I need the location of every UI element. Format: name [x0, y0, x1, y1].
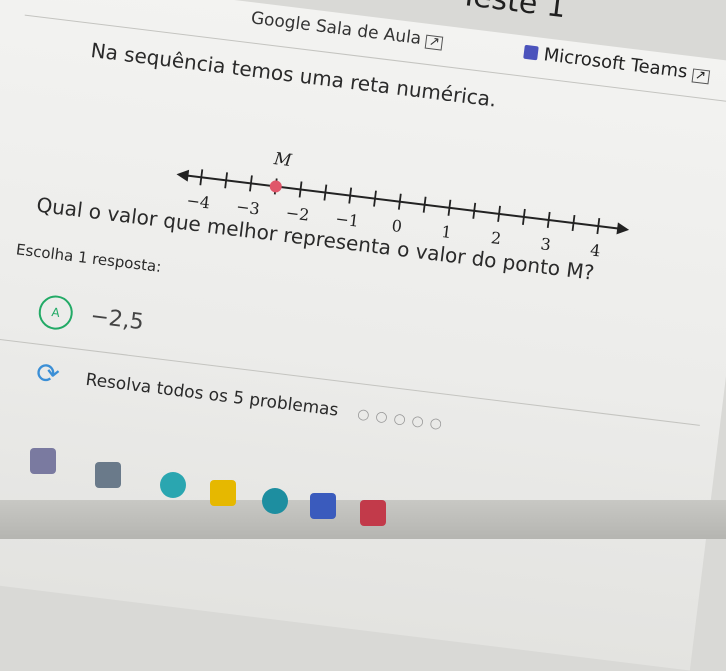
taskbar-app-icon[interactable]: [95, 462, 121, 488]
teams-logo-icon: [523, 44, 539, 61]
number-line-tick: [596, 217, 601, 235]
number-line-tick: [422, 196, 427, 213]
number-line-tick-label: −2: [285, 203, 311, 225]
progress-row: ⟳ Resolva todos os 5 problemas ○○○○○: [34, 356, 450, 434]
number-line-tick: [199, 169, 204, 186]
number-line-tick: [447, 199, 452, 216]
number-line-tick: [497, 205, 501, 222]
number-line-tick-label: −1: [334, 209, 360, 231]
right-arrow-icon: [616, 222, 630, 235]
number-line-tick-label: 4: [589, 240, 601, 260]
number-line-tick: [571, 214, 576, 232]
number-line-tick: [546, 211, 551, 229]
point-m-label: M: [272, 149, 293, 171]
number-line-tick: [249, 175, 253, 192]
number-line-tick-label: −3: [235, 197, 261, 219]
number-line-tick-label: 2: [490, 228, 502, 248]
screen-photo: Teste 1 Google Sala de Aula ↗ Microsoft T…: [0, 0, 726, 671]
refresh-icon[interactable]: ⟳: [34, 356, 61, 392]
number-line-tick-label: 3: [540, 234, 552, 254]
number-line-tick: [323, 184, 328, 201]
number-line-tick-label: 1: [440, 222, 452, 242]
number-line-tick: [397, 193, 402, 210]
progress-text: Resolva todos os 5 problemas: [84, 369, 340, 421]
google-classroom-label: Google Sala de Aula: [249, 8, 423, 49]
option-a[interactable]: A −2,5: [36, 293, 146, 341]
taskbar-app-icon[interactable]: [160, 472, 186, 498]
taskbar-app-icon[interactable]: [30, 448, 56, 474]
number-line-tick: [224, 172, 228, 189]
page-title: Teste 1: [458, 0, 568, 26]
external-link-icon: ↗: [424, 34, 444, 51]
number-line-tick-label: −4: [185, 191, 211, 213]
mail-icon[interactable]: [360, 500, 386, 526]
progress-dots: ○○○○○: [356, 406, 449, 434]
external-link-icon: ↗: [691, 68, 710, 85]
option-a-value: −2,5: [89, 303, 146, 336]
folder-icon[interactable]: [210, 480, 236, 506]
microsoft-teams-label: Microsoft Teams: [542, 44, 689, 83]
taskbar-app-icon[interactable]: [310, 493, 336, 519]
number-line-tick: [348, 187, 353, 204]
number-line-tick: [522, 208, 526, 225]
left-arrow-icon: [176, 169, 190, 182]
number-line-tick: [373, 190, 377, 207]
number-line-tick: [472, 202, 477, 219]
point-m: [269, 180, 282, 193]
browser-icon[interactable]: [262, 488, 288, 514]
number-line-tick-label: 0: [391, 216, 403, 236]
answer-instruction: Escolha 1 resposta:: [15, 240, 163, 277]
option-a-badge: A: [36, 293, 75, 332]
number-line-tick: [298, 181, 303, 198]
